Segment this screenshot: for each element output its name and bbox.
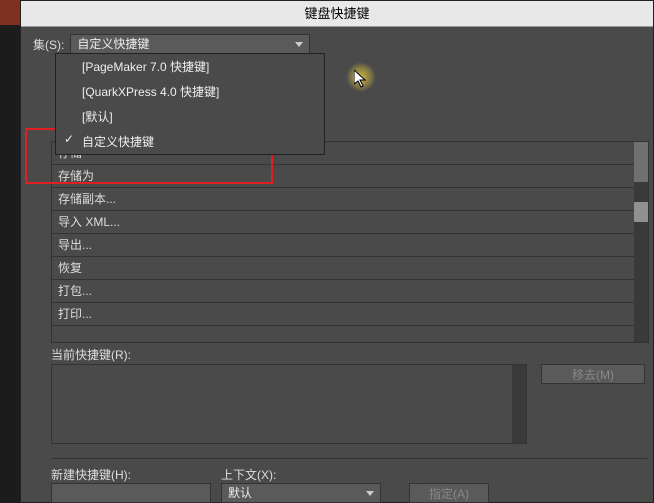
commands-listbox[interactable]: 存储存储为存储副本...导入 XML...导出...恢复打包...打印... xyxy=(51,141,649,343)
list-scrollbar-thumb[interactable] xyxy=(634,202,648,222)
assign-button[interactable]: 指定(A) xyxy=(409,483,489,503)
context-dropdown[interactable]: 默认 xyxy=(221,483,381,503)
list-item[interactable]: 存储为 xyxy=(52,165,634,188)
list-item[interactable]: 存储副本... xyxy=(52,188,634,211)
list-item[interactable]: 打印... xyxy=(52,303,634,326)
set-value: 自定义快捷键 xyxy=(77,34,149,54)
set-dropdown[interactable]: 自定义快捷键 xyxy=(70,34,310,54)
chevron-down-icon xyxy=(295,42,303,47)
dropdown-item[interactable]: [默认] xyxy=(56,104,324,129)
list-item[interactable]: 打包... xyxy=(52,280,634,303)
list-scrollbar-track[interactable] xyxy=(634,142,648,342)
context-label: 上下文(X): xyxy=(221,466,276,483)
current-shortcut-label: 当前快捷键(R): xyxy=(51,346,131,363)
context-value: 默认 xyxy=(228,483,252,503)
chevron-down-icon xyxy=(366,491,374,496)
list-scrollbar-thumb[interactable] xyxy=(634,142,648,182)
dropdown-item[interactable]: [QuarkXPress 4.0 快捷键] xyxy=(56,79,324,104)
dropdown-item[interactable]: [PageMaker 7.0 快捷键] xyxy=(56,54,324,79)
dropdown-item[interactable]: 自定义快捷键 xyxy=(56,129,324,154)
list-item[interactable]: 导入 XML... xyxy=(52,211,634,234)
dialog-title: 键盘快捷键 xyxy=(21,1,653,27)
list-item[interactable]: 恢复 xyxy=(52,257,634,280)
set-label: 集(S): xyxy=(33,36,64,53)
divider xyxy=(51,458,647,459)
remove-button[interactable]: 移去(M) xyxy=(541,364,645,384)
new-shortcut-input[interactable] xyxy=(51,483,211,503)
current-scrollbar[interactable] xyxy=(512,365,526,443)
list-item[interactable]: 导出... xyxy=(52,234,634,257)
set-dropdown-menu[interactable]: [PageMaker 7.0 快捷键][QuarkXPress 4.0 快捷键]… xyxy=(55,53,325,155)
current-shortcut-box[interactable] xyxy=(51,364,527,444)
new-shortcut-label: 新建快捷键(H): xyxy=(51,466,131,483)
